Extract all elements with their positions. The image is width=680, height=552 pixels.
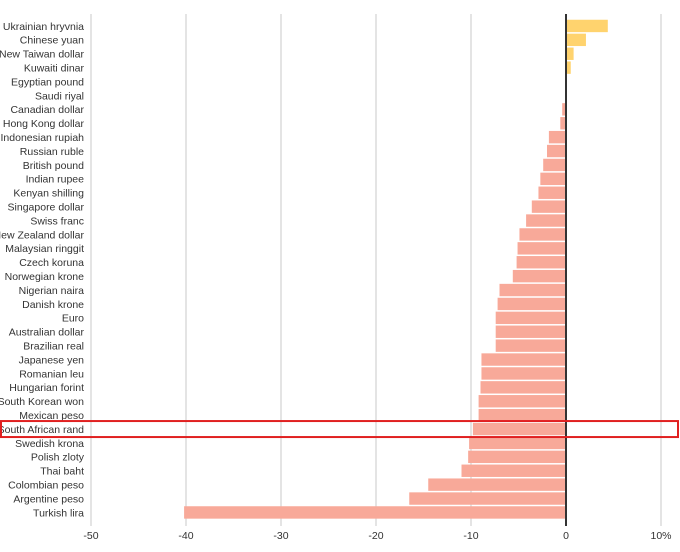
- x-tick-label: -30: [273, 530, 288, 542]
- bar-colombian-peso: [428, 478, 566, 491]
- category-label-czech-koruna: Czech koruna: [19, 257, 84, 269]
- bar-brazilian-real: [495, 339, 566, 352]
- x-tick-label: 0: [563, 530, 569, 542]
- bar-kenyan-shilling: [538, 186, 566, 199]
- bar-chinese-yuan: [566, 33, 586, 47]
- category-label-egyptian-pound: Egyptian pound: [11, 76, 84, 88]
- category-label-malaysian-ringgit: Malaysian ringgit: [5, 243, 84, 255]
- category-label-south-african-rand: South African rand: [0, 424, 84, 436]
- bar-russian-ruble: [547, 144, 566, 158]
- category-label-kuwaiti-dinar: Kuwaiti dinar: [24, 62, 85, 74]
- category-label-japanese-yen: Japanese yen: [19, 354, 85, 366]
- category-label-turkish-lira: Turkish lira: [33, 507, 84, 519]
- category-label-saudi-riyal: Saudi riyal: [35, 90, 84, 102]
- currency-change-bar-chart: Ukrainian hryvnia Chinese yuan New Taiwan …: [0, 14, 679, 542]
- category-label-ukrainian-hryvnia: Ukrainian hryvnia: [3, 21, 84, 33]
- x-tick-label: -40: [178, 530, 193, 542]
- category-label-new-zealand-dollar: New Zealand dollar: [0, 229, 84, 241]
- x-axis-tick-labels: -50 -40 -30 -20 -10 0 10%: [83, 530, 671, 542]
- category-label-new-taiwan-dollar: New Taiwan dollar: [0, 49, 85, 61]
- bar-new-zealand-dollar: [519, 228, 566, 241]
- bar-romanian-leu: [481, 367, 566, 380]
- bar-swiss-franc: [526, 214, 566, 227]
- category-label-kenyan-shilling: Kenyan shilling: [13, 188, 84, 200]
- category-label-colombian-peso: Colombian peso: [8, 479, 84, 491]
- bar-mexican-peso: [478, 408, 566, 422]
- bar-south-african-rand: [472, 422, 566, 436]
- bar-malaysian-ringgit: [517, 242, 566, 255]
- category-label-indonesian-rupiah: Indonesian rupiah: [1, 132, 85, 144]
- bar-australian-dollar: [495, 325, 566, 338]
- category-label-nigerian-naira: Nigerian naira: [19, 285, 85, 297]
- bar-norwegian-krone: [512, 269, 566, 283]
- category-label-british-pound: British pound: [23, 160, 84, 172]
- bar-danish-krone: [497, 297, 566, 311]
- bar-nigerian-naira: [499, 283, 566, 297]
- bar-british-pound: [543, 158, 566, 172]
- category-label-australian-dollar: Australian dollar: [9, 327, 85, 339]
- category-label-argentine-peso: Argentine peso: [13, 493, 84, 505]
- highlight-layer: [0, 420, 679, 439]
- category-label-canadian-dollar: Canadian dollar: [10, 104, 84, 116]
- category-label-chinese-yuan: Chinese yuan: [20, 35, 84, 47]
- bar-polish-zloty: [468, 450, 566, 464]
- category-label-euro: Euro: [62, 313, 84, 325]
- bar-czech-koruna: [516, 256, 566, 269]
- x-tick-label: -50: [83, 530, 98, 542]
- bar-japanese-yen: [481, 353, 566, 366]
- x-tick-label: -20: [368, 530, 383, 542]
- category-label-danish-krone: Danish krone: [22, 299, 84, 311]
- category-label-russian-ruble: Russian ruble: [20, 146, 84, 158]
- category-label-polish-zloty: Polish zloty: [31, 452, 85, 464]
- category-labels: Ukrainian hryvnia Chinese yuan New Taiwan …: [0, 21, 85, 520]
- bar-ukrainian-hryvnia: [566, 19, 608, 33]
- bar-thai-baht: [461, 464, 566, 477]
- category-label-romanian-leu: Romanian leu: [19, 368, 84, 380]
- category-label-hong-kong-dollar: Hong Kong dollar: [3, 118, 85, 130]
- bar-singapore-dollar: [531, 200, 566, 213]
- category-label-swiss-franc: Swiss franc: [30, 215, 84, 227]
- bar-indian-rupee: [540, 172, 566, 186]
- bar-indonesian-rupiah: [548, 130, 566, 144]
- x-tick-label: -10: [463, 530, 478, 542]
- bar-turkish-lira: [184, 506, 566, 519]
- highlight-box-south-african-rand: [0, 420, 679, 439]
- bar-argentine-peso: [409, 492, 566, 505]
- category-label-hungarian-forint: Hungarian forint: [9, 382, 84, 394]
- category-label-thai-baht: Thai baht: [40, 466, 84, 478]
- category-label-south-korean-won: South Korean won: [0, 396, 84, 408]
- grid-lines: [90, 14, 662, 526]
- bar-new-taiwan-dollar: [566, 47, 574, 60]
- bar-south-korean-won: [478, 395, 566, 408]
- category-label-norwegian-krone: Norwegian krone: [5, 271, 85, 283]
- category-label-brazilian-real: Brazilian real: [23, 340, 84, 352]
- bar-hungarian-forint: [480, 381, 566, 394]
- bars: [184, 19, 608, 519]
- category-label-indian-rupee: Indian rupee: [26, 174, 85, 186]
- category-label-swedish-krona: Swedish krona: [15, 438, 84, 450]
- category-label-singapore-dollar: Singapore dollar: [8, 201, 85, 213]
- x-tick-label: 10%: [650, 530, 671, 542]
- bar-euro: [495, 311, 566, 325]
- bar-swedish-krona: [469, 436, 566, 450]
